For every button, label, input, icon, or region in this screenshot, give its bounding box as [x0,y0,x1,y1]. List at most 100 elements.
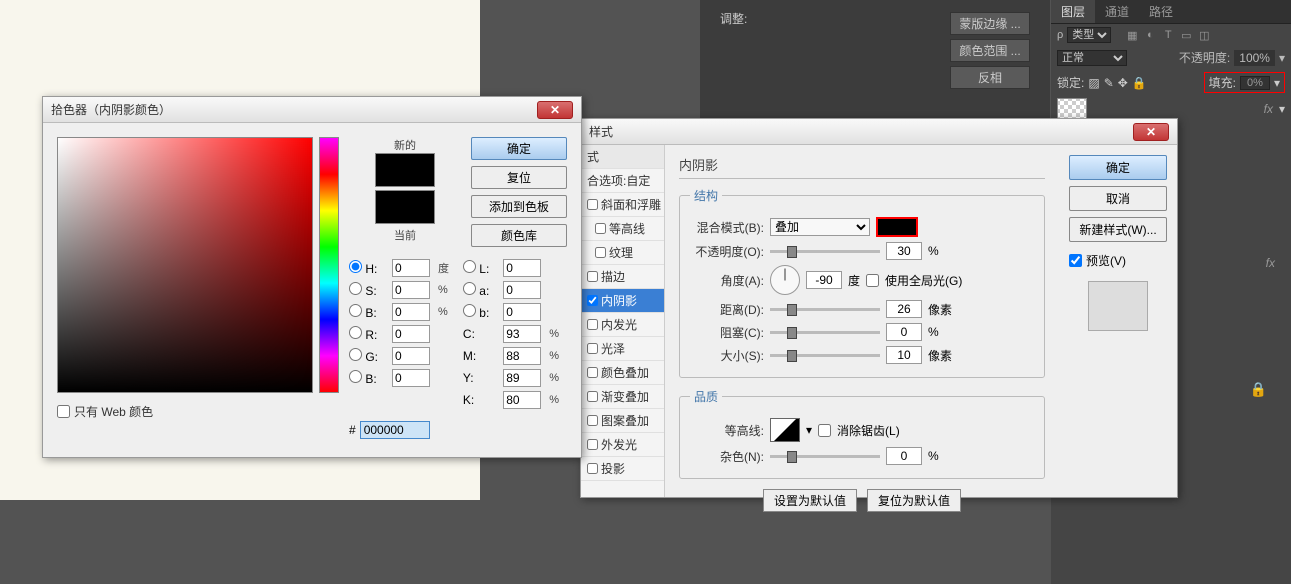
fill-value-input[interactable] [1240,76,1270,90]
color-overlay-checkbox[interactable] [587,367,598,378]
preview-checkbox[interactable] [1069,254,1082,267]
r-input[interactable] [392,325,430,343]
hue-slider[interactable] [319,137,339,393]
contour-checkbox[interactable] [595,223,606,234]
angle-dial[interactable] [770,265,800,295]
drop-shadow-checkbox[interactable] [587,463,598,474]
make-default-button[interactable]: 设置为默认值 [763,489,857,512]
invert-button[interactable]: 反相 [950,66,1030,89]
reset-default-button[interactable]: 复位为默认值 [867,489,961,512]
ok-button[interactable]: 确定 [471,137,567,160]
h-input[interactable] [392,259,430,277]
tab-paths[interactable]: 路径 [1139,0,1183,23]
tab-layers[interactable]: 图层 [1051,0,1095,23]
noise-slider[interactable] [770,455,880,458]
antialias-checkbox[interactable] [818,424,831,437]
distance-slider[interactable] [770,308,880,311]
lb-radio[interactable] [463,304,476,317]
lock-position-icon[interactable]: ✥ [1118,76,1128,90]
l-input[interactable] [503,259,541,277]
blend-mode-select[interactable]: 正常 [1057,50,1127,66]
color-library-button[interactable]: 颜色库 [471,224,567,247]
lock-transparency-icon[interactable]: ▨ [1088,76,1099,90]
gradient-overlay-checkbox[interactable] [587,391,598,402]
filter-pixel-icon[interactable]: ▦ [1125,28,1139,42]
g-radio[interactable] [349,348,362,361]
layer-fx-badge[interactable]: fx [1264,102,1279,116]
layer-fx-expand-icon[interactable]: ▾ [1279,102,1285,116]
blending-options-item[interactable]: 合选项:自定 [581,169,664,193]
satin-checkbox[interactable] [587,343,598,354]
lock-all-icon[interactable]: 🔒 [1132,76,1147,90]
noise-input[interactable] [886,447,922,465]
color-overlay-item[interactable]: 颜色叠加 [581,361,664,385]
inner-shadow-item[interactable]: 内阴影 [581,289,664,313]
outer-glow-checkbox[interactable] [587,439,598,450]
r-radio[interactable] [349,326,362,339]
hex-input[interactable] [360,421,430,439]
new-style-button[interactable]: 新建样式(W)... [1069,217,1167,242]
opacity-input[interactable] [886,242,922,260]
b2-input[interactable] [392,369,430,387]
filter-adjust-icon[interactable]: ◐ [1143,28,1157,42]
a-radio[interactable] [463,282,476,295]
pattern-overlay-item[interactable]: 图案叠加 [581,409,664,433]
l-radio[interactable] [463,260,476,273]
contour-sub-item[interactable]: 等高线 [581,217,664,241]
b2-radio[interactable] [349,370,362,383]
satin-item[interactable]: 光泽 [581,337,664,361]
ok-button[interactable]: 确定 [1069,155,1167,180]
inner-glow-checkbox[interactable] [587,319,598,330]
size-input[interactable] [886,346,922,364]
contour-picker[interactable] [770,418,800,442]
shadow-color-chip[interactable] [876,217,918,237]
lock-paint-icon[interactable]: ✎ [1104,76,1114,90]
blend-mode-dropdown[interactable]: 叠加 [770,218,870,236]
m-input[interactable] [503,347,541,365]
lb-input[interactable] [503,303,541,321]
s-input[interactable] [392,281,430,299]
g-input[interactable] [392,347,430,365]
inner-glow-item[interactable]: 内发光 [581,313,664,337]
stroke-checkbox[interactable] [587,271,598,282]
close-button[interactable]: ✕ [1133,123,1169,141]
inner-shadow-checkbox[interactable] [587,295,598,306]
texture-sub-item[interactable]: 纹理 [581,241,664,265]
bevel-emboss-item[interactable]: 斜面和浮雕 [581,193,664,217]
stroke-item[interactable]: 描边 [581,265,664,289]
y-input[interactable] [503,369,541,387]
add-swatch-button[interactable]: 添加到色板 [471,195,567,218]
pattern-overlay-checkbox[interactable] [587,415,598,426]
opacity-value[interactable]: 100% [1234,50,1275,66]
distance-input[interactable] [886,300,922,318]
filter-shape-icon[interactable]: ▭ [1179,28,1193,42]
bevel-checkbox[interactable] [587,199,598,210]
fill-dropdown-icon[interactable]: ▾ [1274,76,1280,90]
drop-shadow-item[interactable]: 投影 [581,457,664,481]
b-input[interactable] [392,303,430,321]
size-slider[interactable] [770,354,880,357]
b-radio[interactable] [349,304,362,317]
color-picker-titlebar[interactable]: 拾色器（内阴影颜色） ✕ [43,97,581,123]
tab-channels[interactable]: 通道 [1095,0,1139,23]
texture-checkbox[interactable] [595,247,606,258]
fill-opacity-control[interactable]: 填充: ▾ [1204,72,1285,93]
layer-thumbnail[interactable] [1057,98,1087,120]
cancel-button[interactable]: 取消 [1069,186,1167,211]
mask-edge-button[interactable]: 蒙版边缘 ... [950,12,1030,35]
styles-header[interactable]: 式 [581,145,664,169]
color-saturation-brightness-field[interactable] [57,137,313,393]
opacity-dropdown-icon[interactable]: ▾ [1279,51,1285,65]
close-button[interactable]: ✕ [537,101,573,119]
web-colors-only-checkbox[interactable] [57,405,70,418]
choke-slider[interactable] [770,331,880,334]
reset-button[interactable]: 复位 [471,166,567,189]
color-range-button[interactable]: 颜色范围 ... [950,39,1030,62]
filter-type-select[interactable]: 类型 [1067,27,1111,43]
gradient-overlay-item[interactable]: 渐变叠加 [581,385,664,409]
outer-glow-item[interactable]: 外发光 [581,433,664,457]
layer-style-titlebar[interactable]: 样式 ✕ [581,119,1177,145]
filter-text-icon[interactable]: T [1161,28,1175,42]
c-input[interactable] [503,325,541,343]
choke-input[interactable] [886,323,922,341]
